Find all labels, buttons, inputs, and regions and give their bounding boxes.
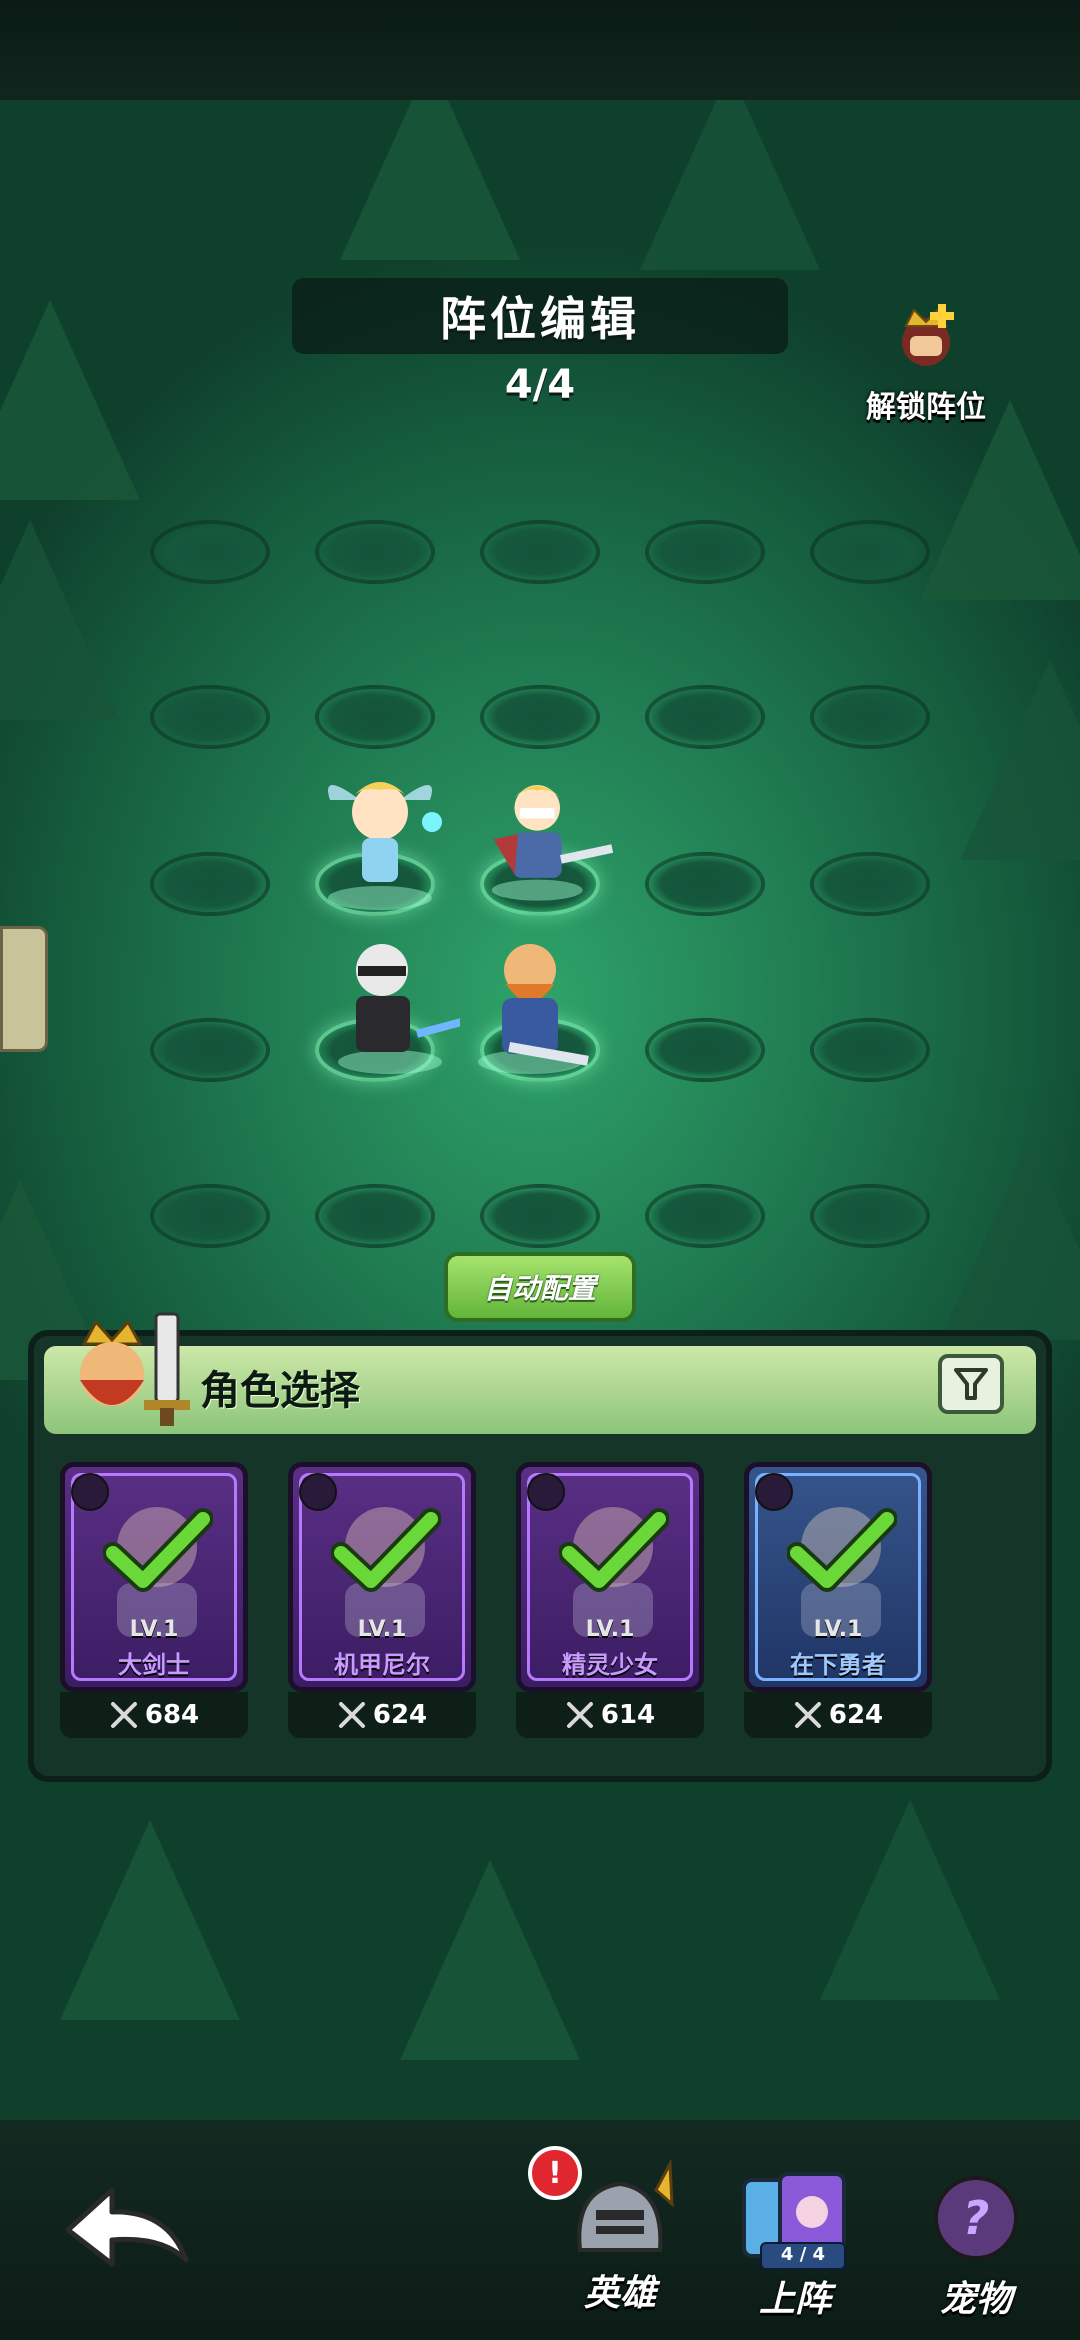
heroes-alert-badge: ! — [528, 2146, 582, 2200]
panel-title: 角色选择 — [200, 1368, 360, 1414]
character-card[interactable]: LV.1 机甲尼尔 624 — [288, 1462, 476, 1738]
role-lightning-icon — [527, 1473, 565, 1511]
card-level: LV.1 — [129, 1617, 179, 1642]
formation-slot[interactable] — [810, 685, 930, 749]
tree-decoration — [0, 300, 140, 500]
card-level: LV.1 — [357, 1617, 407, 1642]
back-arrow-icon — [65, 2187, 189, 2267]
character-card[interactable]: LV.1 大剑士 684 — [60, 1462, 248, 1738]
formation-slot[interactable] — [645, 520, 765, 584]
king-mascot-icon — [80, 1312, 190, 1426]
card-name: 大剑士 — [118, 1651, 190, 1679]
formation-slot[interactable] — [315, 520, 435, 584]
tree-decoration — [940, 1140, 1080, 1340]
formation-slot[interactable] — [150, 852, 270, 916]
role-agility-icon — [299, 1473, 337, 1511]
selected-check-icon — [559, 1508, 669, 1592]
formation-slot[interactable] — [150, 1018, 270, 1082]
formation-slot[interactable] — [150, 1184, 270, 1248]
formation-slot[interactable] — [645, 685, 765, 749]
card-power-value: 624 — [828, 1700, 884, 1730]
nav-pets[interactable]: ? 宠物 — [916, 2166, 1036, 2320]
tree-decoration — [0, 520, 120, 720]
role-strength-icon — [71, 1473, 109, 1511]
tree-decoration — [60, 1820, 240, 2020]
auto-configure-button[interactable]: 自动配置 — [444, 1252, 636, 1322]
card-frame: LV.1 精灵少女 — [516, 1462, 704, 1692]
card-frame: LV.1 在下勇者 — [744, 1462, 932, 1692]
back-button[interactable] — [58, 2176, 198, 2276]
role-strength-icon — [755, 1473, 793, 1511]
nav-deploy[interactable]: 上阵 — [730, 2166, 860, 2320]
tree-decoration — [400, 1860, 580, 2060]
formation-slot[interactable] — [480, 685, 600, 749]
nav-heroes-label: 英雄 — [583, 2273, 656, 2314]
card-level: LV.1 — [813, 1617, 863, 1642]
tree-decoration — [820, 1800, 1000, 2000]
crossed-swords-icon — [566, 1702, 593, 1728]
formation-slot[interactable] — [810, 852, 930, 916]
nav-pets-label: 宠物 — [939, 2279, 1012, 2320]
card-power-value: 614 — [600, 1700, 656, 1730]
crossed-swords-icon — [338, 1702, 365, 1728]
filter-icon — [954, 1368, 988, 1400]
card-power: 684 — [60, 1692, 248, 1738]
card-power-value: 624 — [372, 1700, 428, 1730]
formation-slot[interactable] — [810, 520, 930, 584]
card-level: LV.1 — [585, 1617, 635, 1642]
formation-slot[interactable] — [810, 1018, 930, 1082]
nav-deploy-label: 上阵 — [758, 2279, 831, 2320]
selected-check-icon — [331, 1508, 441, 1592]
formation-slot[interactable] — [810, 1184, 930, 1248]
selected-check-icon — [787, 1508, 897, 1592]
card-power: 624 — [288, 1692, 476, 1738]
crossed-swords-icon — [794, 1702, 821, 1728]
hero-mech-nier-figure[interactable] — [320, 930, 460, 1080]
unlock-slot-button[interactable]: 解锁阵位 — [858, 302, 994, 430]
selected-check-icon — [103, 1508, 213, 1592]
hero-fairy-girl-figure[interactable] — [310, 760, 450, 910]
crossed-swords-icon — [110, 1702, 137, 1728]
formation-counter: 4/4 — [504, 362, 576, 408]
hero-great-swordsman-figure[interactable] — [470, 930, 610, 1080]
character-card[interactable]: LV.1 在下勇者 624 — [744, 1462, 932, 1738]
svg-text:?: ? — [963, 2191, 990, 2245]
king-plus-icon — [902, 304, 954, 366]
top-strip — [0, 0, 1080, 100]
formation-slot[interactable] — [645, 1018, 765, 1082]
character-card[interactable]: LV.1 精灵少女 614 — [516, 1462, 704, 1738]
card-name: 机甲尼尔 — [334, 1651, 430, 1679]
formation-slot[interactable] — [480, 520, 600, 584]
tree-decoration — [920, 400, 1080, 600]
deploy-count-badge: 4 / 4 — [760, 2242, 846, 2270]
card-frame: LV.1 机甲尼尔 — [288, 1462, 476, 1692]
card-power: 624 — [744, 1692, 932, 1738]
card-name: 在下勇者 — [790, 1651, 886, 1679]
tree-decoration — [340, 100, 520, 260]
formation-slot[interactable] — [150, 520, 270, 584]
formation-slot[interactable] — [150, 685, 270, 749]
formation-slot[interactable] — [480, 1184, 600, 1248]
formation-slot[interactable] — [315, 1184, 435, 1248]
filter-button[interactable] — [938, 1354, 1004, 1414]
card-frame: LV.1 大剑士 — [60, 1462, 248, 1692]
hero-brave-knight-figure[interactable] — [476, 760, 616, 910]
card-name: 精灵少女 — [562, 1651, 658, 1679]
mystery-pet-icon: ? — [934, 2176, 1018, 2260]
card-power-value: 684 — [144, 1700, 200, 1730]
card-power: 614 — [516, 1692, 704, 1738]
formation-slot[interactable] — [645, 852, 765, 916]
tree-decoration — [640, 100, 820, 270]
tree-decoration — [960, 660, 1080, 860]
formation-slot[interactable] — [645, 1184, 765, 1248]
side-device-icon[interactable] — [0, 926, 48, 1052]
formation-slot[interactable] — [315, 685, 435, 749]
page-title: 阵位编辑 — [292, 278, 788, 354]
unlock-slot-label: 解锁阵位 — [866, 390, 986, 425]
